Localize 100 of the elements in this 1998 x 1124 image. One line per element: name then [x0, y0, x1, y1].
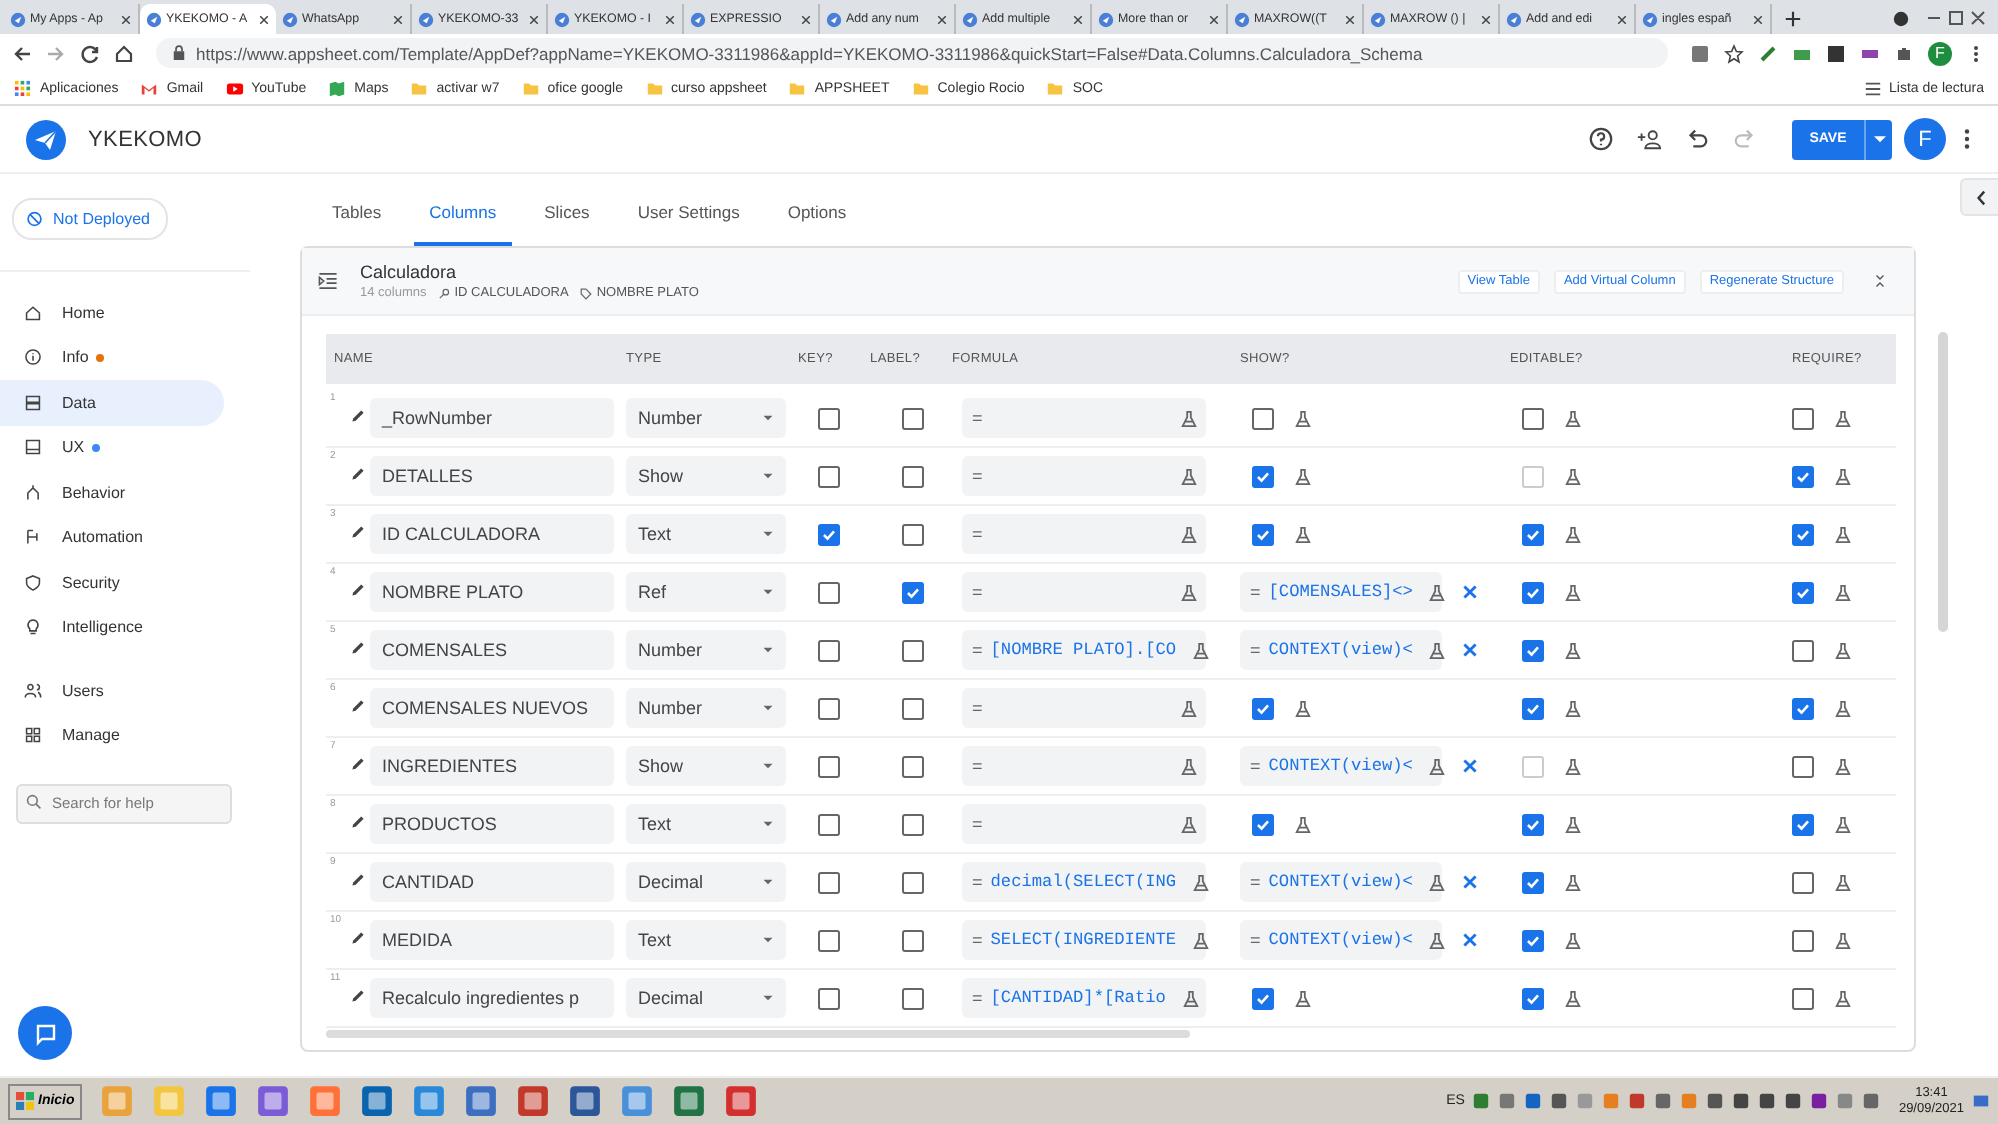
- clear-icon[interactable]: [1462, 874, 1478, 890]
- tab[interactable]: Slices: [528, 202, 606, 246]
- name-field[interactable]: DETALLES: [370, 456, 614, 496]
- back-icon[interactable]: [12, 43, 32, 63]
- browser-menu-icon[interactable]: [1892, 10, 1910, 28]
- tab[interactable]: Options: [771, 202, 863, 246]
- checkbox[interactable]: [1252, 407, 1274, 429]
- checkbox[interactable]: [902, 755, 924, 777]
- nav-item[interactable]: Home: [0, 290, 224, 335]
- formula-field[interactable]: =: [962, 746, 1206, 786]
- flask-icon[interactable]: [1294, 409, 1312, 427]
- checkbox[interactable]: [1792, 465, 1814, 487]
- flask-icon[interactable]: [1564, 699, 1582, 717]
- nav-item[interactable]: Automation: [0, 515, 224, 560]
- flask-icon[interactable]: [1564, 873, 1582, 891]
- address-bar[interactable]: https://www.appsheet.com/Template/AppDef?appName=YKEKOMO-3311986&appId=YKEKOMO-3311986&quickStart=False#Data.Columns.Calculadora_Schema: [156, 38, 1668, 68]
- checkbox[interactable]: [818, 987, 840, 1009]
- pencil-icon[interactable]: [350, 988, 366, 1004]
- type-select[interactable]: Show: [626, 456, 786, 496]
- flask-icon[interactable]: [1192, 641, 1211, 659]
- close-icon[interactable]: [258, 13, 270, 25]
- pencil-icon[interactable]: [350, 872, 366, 888]
- formula-field[interactable]: = CONTEXT(view)<: [1240, 630, 1442, 670]
- more-icon[interactable]: [1962, 126, 1972, 152]
- formula-field[interactable]: = CONTEXT(view)<: [1240, 746, 1442, 786]
- flask-icon[interactable]: [1294, 989, 1312, 1007]
- close-icon[interactable]: [1208, 13, 1220, 25]
- flask-icon[interactable]: [1192, 873, 1211, 891]
- close-icon[interactable]: [936, 13, 948, 25]
- formula-field[interactable]: = [NOMBRE PLATO].[CO: [962, 630, 1206, 670]
- notification-icon[interactable]: [1972, 1092, 1990, 1110]
- close-icon[interactable]: [1616, 13, 1628, 25]
- taskbar-app-icon[interactable]: [516, 1084, 551, 1118]
- formula-field[interactable]: = CONTEXT(view)<: [1240, 920, 1442, 960]
- formula-field[interactable]: =: [962, 804, 1206, 844]
- formula-field[interactable]: =: [962, 688, 1206, 728]
- checkbox[interactable]: [1522, 523, 1544, 545]
- type-select[interactable]: Show: [626, 746, 786, 786]
- flask-icon[interactable]: [1180, 409, 1198, 427]
- home-icon[interactable]: [114, 43, 134, 63]
- name-field[interactable]: CANTIDAD: [370, 862, 614, 902]
- checkbox[interactable]: [1792, 987, 1814, 1009]
- flask-icon[interactable]: [1834, 409, 1852, 427]
- name-field[interactable]: ID CALCULADORA: [370, 514, 614, 554]
- flask-icon[interactable]: [1428, 583, 1447, 601]
- checkbox[interactable]: [1252, 523, 1274, 545]
- name-field[interactable]: COMENSALES NUEVOS: [370, 688, 614, 728]
- type-select[interactable]: Ref: [626, 572, 786, 612]
- checkbox[interactable]: [818, 581, 840, 603]
- pencil-icon[interactable]: [350, 698, 366, 714]
- close-icon[interactable]: [528, 13, 540, 25]
- pencil-icon[interactable]: [350, 582, 366, 598]
- checkbox[interactable]: [818, 465, 840, 487]
- deploy-status-button[interactable]: Not Deployed: [12, 198, 168, 240]
- pencil-icon[interactable]: [350, 930, 366, 946]
- tab[interactable]: Tables: [316, 202, 398, 246]
- flask-icon[interactable]: [1428, 873, 1447, 891]
- undo-icon[interactable]: [1684, 126, 1710, 152]
- flask-icon[interactable]: [1564, 815, 1582, 833]
- flask-icon[interactable]: [1564, 757, 1582, 775]
- checkbox[interactable]: [1252, 813, 1274, 835]
- type-select[interactable]: Number: [626, 398, 786, 438]
- checkbox[interactable]: [1522, 639, 1544, 661]
- flask-icon[interactable]: [1834, 699, 1852, 717]
- checkbox[interactable]: [818, 639, 840, 661]
- taskbar-app-icon[interactable]: [464, 1084, 499, 1118]
- flask-icon[interactable]: [1564, 931, 1582, 949]
- nav-item[interactable]: Info: [0, 335, 224, 380]
- flask-icon[interactable]: [1294, 815, 1312, 833]
- add-person-icon[interactable]: [1636, 126, 1662, 152]
- type-select[interactable]: Text: [626, 920, 786, 960]
- clear-icon[interactable]: [1462, 584, 1478, 600]
- flask-icon[interactable]: [1181, 989, 1200, 1007]
- close-icon[interactable]: [1072, 13, 1084, 25]
- clear-icon[interactable]: [1462, 758, 1478, 774]
- checkbox[interactable]: [902, 639, 924, 661]
- tab[interactable]: User Settings: [621, 202, 756, 246]
- flask-icon[interactable]: [1834, 873, 1852, 891]
- close-icon[interactable]: [392, 13, 404, 25]
- formula-field[interactable]: = [COMENSALES]<>: [1240, 572, 1442, 612]
- formula-field[interactable]: =: [962, 398, 1206, 438]
- flask-icon[interactable]: [1180, 525, 1198, 543]
- type-select[interactable]: Decimal: [626, 862, 786, 902]
- checkbox[interactable]: [902, 929, 924, 951]
- collapse-icon[interactable]: [1874, 274, 1886, 288]
- type-select[interactable]: Text: [626, 804, 786, 844]
- flask-icon[interactable]: [1180, 467, 1198, 485]
- formula-field[interactable]: = SELECT(INGREDIENTE: [962, 920, 1206, 960]
- flask-icon[interactable]: [1834, 467, 1852, 485]
- nav-item[interactable]: Data: [0, 380, 224, 425]
- formula-field[interactable]: =: [962, 514, 1206, 554]
- checkbox[interactable]: [902, 987, 924, 1009]
- checkbox[interactable]: [818, 929, 840, 951]
- checkbox[interactable]: [1792, 639, 1814, 661]
- chat-button[interactable]: [18, 1006, 72, 1060]
- checkbox[interactable]: [1252, 697, 1274, 719]
- checkbox[interactable]: [902, 871, 924, 893]
- taskbar-app-icon[interactable]: [724, 1084, 759, 1118]
- checkbox[interactable]: [818, 813, 840, 835]
- checkbox[interactable]: [818, 871, 840, 893]
